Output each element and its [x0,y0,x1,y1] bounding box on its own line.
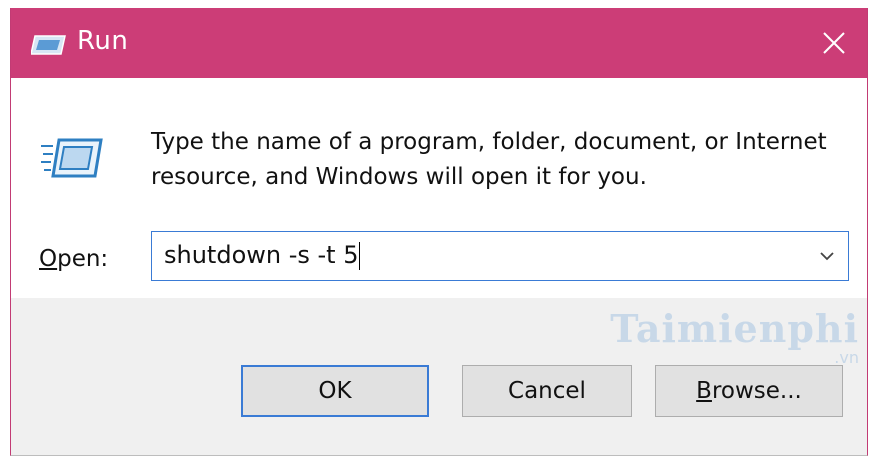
open-input-value: shutdown -s -t 5 [164,241,359,269]
run-icon [30,32,67,58]
chevron-down-icon [820,252,834,261]
run-program-icon [41,136,103,180]
dialog-description: Type the name of a program, folder, docu… [151,129,827,190]
browse-button[interactable]: Browse... [655,365,843,417]
ok-button[interactable]: OK [241,365,429,417]
cancel-button[interactable]: Cancel [462,365,632,417]
open-label: Open: [39,246,108,272]
browse-label: rowse... [711,378,802,404]
open-label-accelerator: O [39,246,58,272]
close-icon [823,32,845,54]
open-label-text: pen: [57,246,109,272]
close-button[interactable] [801,8,867,78]
text-cursor [359,242,361,270]
open-input[interactable]: shutdown -s -t 5 [164,241,361,270]
dropdown-button[interactable] [816,245,838,267]
window-title: Run [77,26,129,56]
watermark: Taimienphi [610,306,859,351]
title-bar[interactable]: Run [11,8,867,78]
browse-accelerator: B [696,378,712,404]
open-combobox[interactable]: shutdown -s -t 5 [151,231,849,281]
